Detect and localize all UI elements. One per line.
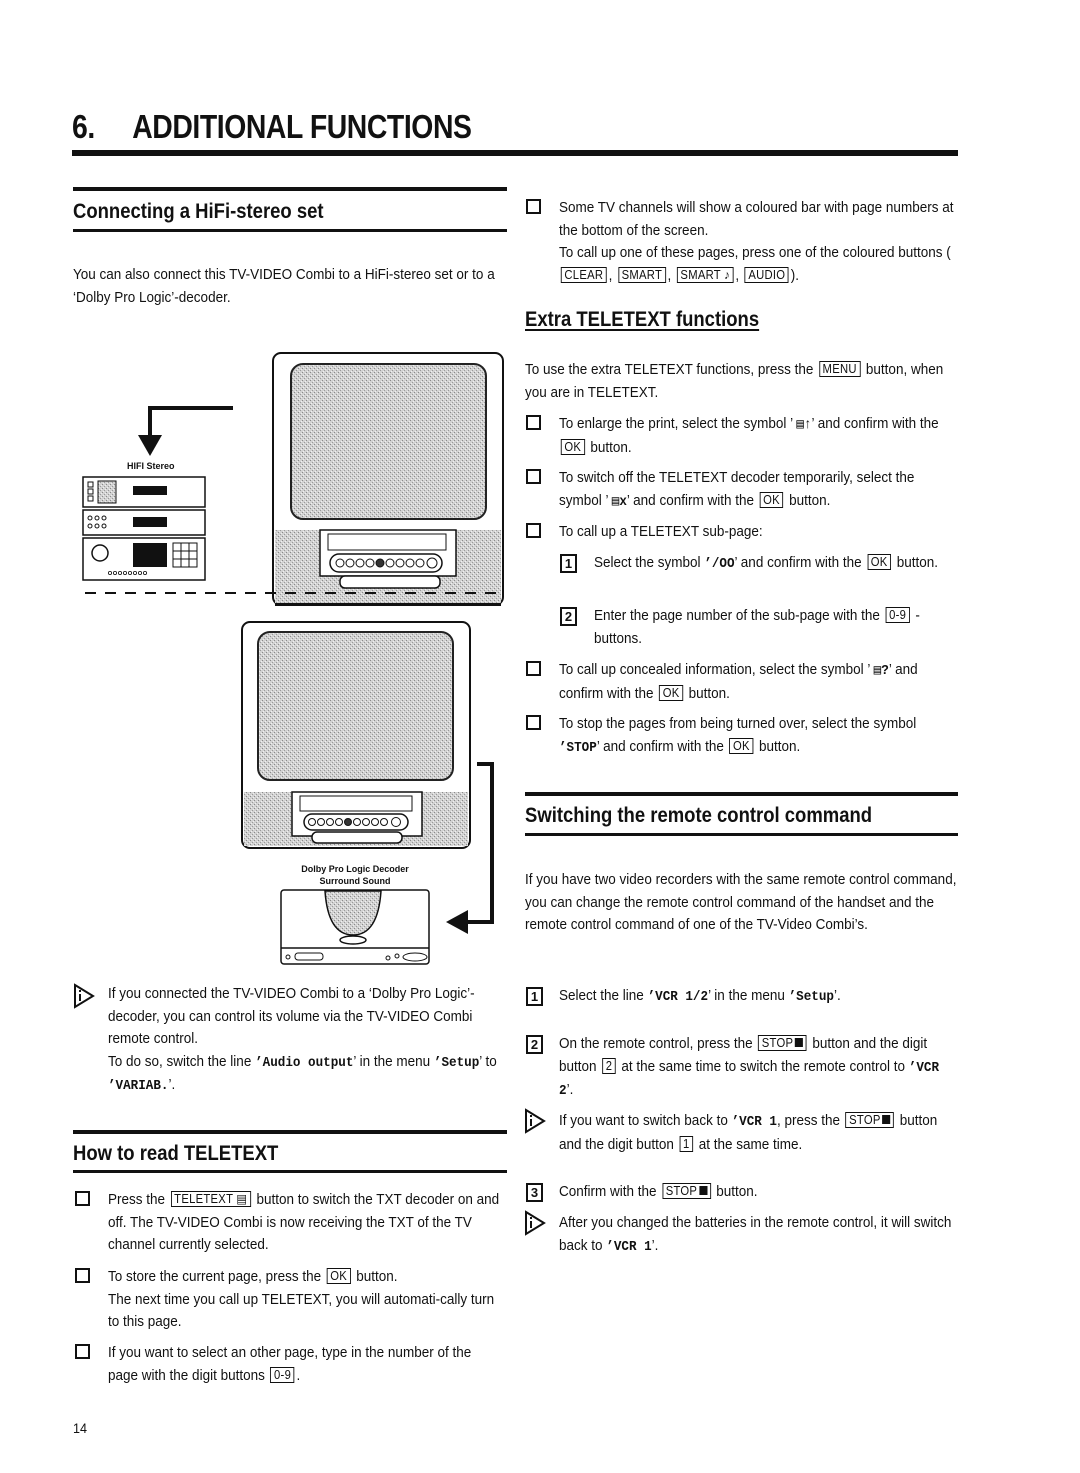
remote-step-3: Confirm with the STOP button. bbox=[559, 1183, 758, 1200]
smart-sound-key: SMART ♪ bbox=[676, 266, 734, 283]
extra-item-stop: To stop the pages from being turned over… bbox=[559, 715, 917, 756]
teletext-item-1: Press the TELETEXT ▤ button to switch th… bbox=[108, 1191, 500, 1253]
stop-key: STOP bbox=[845, 1112, 895, 1128]
chapter-rule bbox=[72, 150, 958, 156]
remote-info-batteries: After you changed the batteries in the r… bbox=[559, 1214, 952, 1255]
stop-icon bbox=[795, 1038, 804, 1047]
hifi-stereo-label: HIFI Stereo bbox=[127, 461, 175, 471]
info-icon bbox=[525, 1210, 546, 1236]
step-number: 2 bbox=[560, 607, 577, 626]
stop-key: STOP bbox=[662, 1183, 711, 1199]
dolby-decoder-icon bbox=[280, 889, 430, 965]
section-heading-hifi: Connecting a HiFi-stereo set bbox=[73, 200, 324, 223]
bullet-square bbox=[526, 199, 541, 214]
bullet-square bbox=[75, 1191, 90, 1206]
teletext-key: TELETEXT ▤ bbox=[170, 1191, 251, 1207]
extra-item-subpage: To call up a TELETEXT sub-page: bbox=[559, 523, 763, 540]
diagram-drawing bbox=[70, 340, 510, 970]
stop-icon bbox=[882, 1115, 891, 1124]
section-rule-top bbox=[73, 187, 507, 191]
chapter-title: 6. ADDITIONAL FUNCTIONS bbox=[72, 108, 472, 146]
bullet-square bbox=[526, 415, 541, 430]
ok-key: OK bbox=[326, 1268, 351, 1284]
bullet-square bbox=[526, 715, 541, 730]
remote-info-switch-back: If you want to switch back to ’VCR 1, pr… bbox=[559, 1112, 938, 1153]
section-heading-remote: Switching the remote control command bbox=[525, 804, 873, 827]
step-number: 1 bbox=[526, 987, 543, 1006]
section-rule-bottom bbox=[73, 229, 507, 232]
page-number: 14 bbox=[73, 1420, 88, 1436]
section-rule-bottom bbox=[73, 1170, 507, 1173]
step-number: 3 bbox=[526, 1183, 543, 1202]
bullet-square bbox=[526, 469, 541, 484]
stop-icon bbox=[699, 1186, 708, 1195]
menu-key: MENU bbox=[818, 361, 861, 377]
subpage-step-1: Select the symbol ’/OO’ and confirm with… bbox=[594, 554, 939, 572]
bullet-square bbox=[75, 1344, 90, 1359]
tv-bottom-icon bbox=[241, 621, 471, 849]
tv-top-icon bbox=[272, 352, 504, 606]
extra-item-switch-off: To switch off the TELETEXT decoder tempo… bbox=[559, 469, 915, 510]
section-heading-extra-teletext: Extra TELETEXT functions bbox=[525, 308, 760, 331]
bullet-square bbox=[75, 1268, 90, 1283]
info-icon bbox=[74, 983, 95, 1009]
digit-keys: 0-9 bbox=[270, 1366, 295, 1383]
section-rule-bottom bbox=[525, 833, 958, 836]
section-rule-top bbox=[525, 792, 958, 796]
clear-key: CLEAR bbox=[560, 266, 607, 283]
subpage-step-2: Enter the page number of the sub-page wi… bbox=[594, 607, 920, 647]
remote-intro: If you have two video recorders with the… bbox=[525, 871, 957, 933]
bullet-square bbox=[526, 523, 541, 538]
digit-2-key: 2 bbox=[602, 1057, 616, 1074]
info-icon bbox=[525, 1108, 546, 1134]
step-number: 2 bbox=[526, 1035, 543, 1054]
remote-step-1: Select the line ’VCR 1/2’ in the menu ’S… bbox=[559, 987, 841, 1005]
dolby-label-2: Surround Sound bbox=[319, 876, 391, 886]
digit-1-key: 1 bbox=[679, 1135, 694, 1152]
teletext-item-2: To store the current page, press the OK … bbox=[108, 1268, 495, 1330]
hifi-stereo-icon bbox=[82, 476, 206, 581]
extra-intro: To use the extra TELETEXT functions, pre… bbox=[525, 361, 944, 401]
section-rule-top bbox=[73, 1130, 507, 1134]
remote-step-2: On the remote control, press the STOP bu… bbox=[559, 1035, 940, 1099]
dolby-info-note: If you connected the TV-VIDEO Combi to a… bbox=[108, 983, 504, 1098]
dolby-info-line2: To do so, switch the line ’Audio output’… bbox=[108, 1052, 497, 1095]
coloured-bar-note: Some TV channels will show a coloured ba… bbox=[559, 199, 954, 284]
section-heading-teletext: How to read TELETEXT bbox=[73, 1142, 279, 1165]
audio-key: AUDIO bbox=[744, 266, 789, 283]
smart-key: SMART bbox=[617, 266, 666, 283]
dolby-info-line1: If you connected the TV-VIDEO Combi to a… bbox=[108, 985, 475, 1047]
chapter-title-text: ADDITIONAL FUNCTIONS bbox=[132, 108, 472, 145]
dolby-label-1: Dolby Pro Logic Decoder bbox=[301, 864, 409, 874]
extra-item-concealed: To call up concealed information, select… bbox=[559, 661, 918, 702]
teletext-item-3: If you want to select an other page, typ… bbox=[108, 1344, 472, 1384]
extra-item-enlarge: To enlarge the print, select the symbol … bbox=[559, 415, 939, 456]
chapter-number: 6. bbox=[72, 108, 95, 145]
hifi-intro: You can also connect this TV-VIDEO Combi… bbox=[73, 266, 495, 306]
bullet-square bbox=[526, 661, 541, 676]
step-number: 1 bbox=[560, 554, 577, 573]
stop-key: STOP bbox=[758, 1035, 807, 1051]
